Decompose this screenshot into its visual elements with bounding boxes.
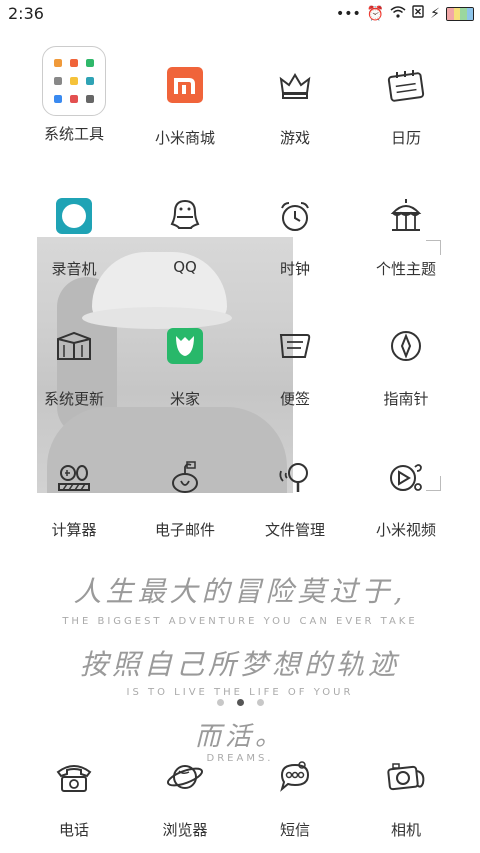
mijia-icon [153, 314, 217, 378]
magnifier-icon [263, 445, 327, 509]
page-dot[interactable] [216, 699, 224, 706]
app-label: 小米商城 [154, 129, 215, 147]
status-time: 2:36 [8, 4, 44, 23]
app-label: 系统工具 [43, 125, 104, 143]
calendar-icon [374, 53, 438, 117]
app-label: 相机 [390, 821, 421, 839]
app-system-update[interactable]: 系统更新 [24, 314, 124, 409]
quote-line: 人生最大的冒险莫过于, [73, 575, 407, 608]
app-label: 电话 [58, 821, 89, 839]
more-icon: ••• [335, 5, 361, 22]
calculator-icon [42, 445, 106, 509]
planet-icon [153, 745, 217, 809]
app-label: 指南针 [383, 390, 429, 408]
app-label: 米家 [169, 390, 200, 408]
app-mijia[interactable]: 米家 [135, 314, 235, 409]
app-label: 录音机 [51, 260, 97, 278]
qq-penguin-icon [153, 184, 217, 248]
alarm-icon: ⏰ [366, 5, 385, 22]
dock-phone[interactable]: 电话 [24, 745, 124, 840]
quote-line: THE BIGGEST ADVENTURE YOU CAN EVER TAKE [62, 616, 418, 627]
quote-line: 按照自己所梦想的轨迹 [79, 648, 400, 681]
charging-icon: ⚡ [430, 5, 440, 22]
dock-camera[interactable]: 相机 [356, 745, 456, 840]
box-icon [42, 314, 106, 378]
app-recorder[interactable]: 录音机 [24, 184, 124, 279]
carousel-icon [374, 184, 438, 248]
mi-store-icon [153, 53, 217, 117]
app-notes[interactable]: 便签 [245, 314, 345, 409]
crown-icon [263, 53, 327, 117]
app-label: 计算器 [51, 521, 97, 539]
compass-icon [374, 314, 438, 378]
recorder-icon [42, 184, 106, 248]
mail-pot-icon [153, 445, 217, 509]
app-themes[interactable]: 个性主题 [356, 184, 456, 279]
wifi-icon [390, 5, 406, 22]
quote-line: IS TO LIVE THE LIFE OF YOUR [126, 687, 354, 698]
dock-messages[interactable]: 短信 [245, 745, 345, 840]
note-icon [263, 314, 327, 378]
status-icons: ••• ⏰ ⚡ [336, 5, 474, 22]
app-label: QQ [173, 258, 197, 276]
app-label: 游戏 [279, 129, 310, 147]
app-calculator[interactable]: 计算器 [24, 445, 124, 540]
app-label: 便签 [279, 390, 310, 408]
chat-bubble-icon [263, 745, 327, 809]
app-label: 小米视频 [375, 521, 436, 539]
app-label: 日历 [390, 129, 421, 147]
app-mi-store[interactable]: 小米商城 [135, 53, 235, 148]
status-bar: 2:36 ••• ⏰ ⚡ [0, 0, 480, 28]
folder-icon [42, 46, 106, 116]
app-label: 短信 [279, 821, 310, 839]
app-label: 个性主题 [375, 260, 436, 278]
app-label: 系统更新 [43, 390, 104, 408]
app-label: 电子邮件 [154, 521, 215, 539]
app-label: 浏览器 [162, 821, 208, 839]
wallpaper-quote: 人生最大的冒险莫过于, THE BIGGEST ADVENTURE YOU CA… [0, 570, 480, 764]
app-label: 文件管理 [264, 521, 325, 539]
app-qq[interactable]: QQ [135, 184, 235, 276]
app-file-manager[interactable]: 文件管理 [245, 445, 345, 540]
page-dot[interactable] [256, 699, 264, 706]
dock-browser[interactable]: 浏览器 [135, 745, 235, 840]
page-indicator[interactable] [0, 699, 480, 706]
app-email[interactable]: 电子邮件 [135, 445, 235, 540]
alarm-clock-icon [263, 184, 327, 248]
video-play-icon [374, 445, 438, 509]
battery-icon [446, 6, 474, 21]
app-compass[interactable]: 指南针 [356, 314, 456, 409]
camera-icon [374, 745, 438, 809]
page-dot-active[interactable] [236, 699, 244, 706]
app-mi-video[interactable]: 小米视频 [356, 445, 456, 540]
app-label: 时钟 [279, 260, 310, 278]
app-games[interactable]: 游戏 [245, 53, 345, 148]
app-system-tools-folder[interactable]: 系统工具 [24, 46, 124, 144]
no-sim-icon [412, 5, 424, 22]
phone-icon [42, 745, 106, 809]
app-calendar[interactable]: 日历 [356, 53, 456, 148]
app-clock[interactable]: 时钟 [245, 184, 345, 279]
